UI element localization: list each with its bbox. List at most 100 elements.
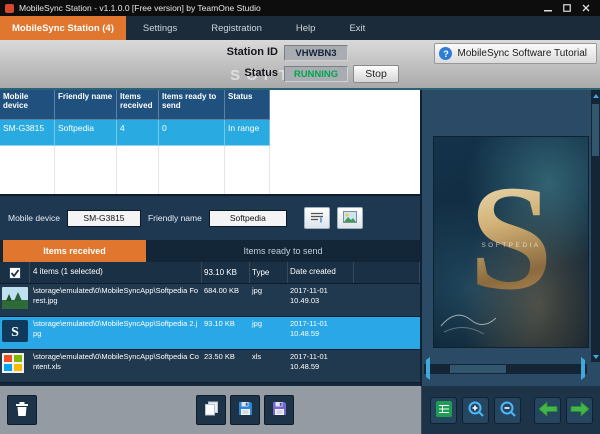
- device-table: Mobile device Friendly name Items receiv…: [0, 90, 270, 146]
- svg-text:S: S: [11, 325, 19, 340]
- column-selection-summary[interactable]: 4 items (1 selected): [30, 262, 202, 283]
- main-area: Mobile device Friendly name Items receiv…: [0, 90, 600, 386]
- app-window: MobileSync Station - v1.1.0.0 [Free vers…: [0, 0, 600, 434]
- vertical-scrollbar[interactable]: [591, 90, 600, 362]
- cell-friendly-name: Softpedia: [55, 120, 117, 146]
- vertical-scrollbar-thumb[interactable]: [592, 104, 599, 156]
- tutorial-button[interactable]: MobileSync Software Tutorial: [434, 43, 597, 64]
- bottom-bar: [0, 386, 600, 434]
- column-status[interactable]: Status: [225, 90, 270, 120]
- cell-status: In range: [225, 120, 270, 146]
- status-label: Status: [244, 67, 278, 79]
- minimize-icon[interactable]: [538, 1, 557, 16]
- menu-bar: MobileSync Station (4) Settings Registra…: [0, 16, 600, 40]
- column-type[interactable]: Type: [250, 262, 288, 283]
- forward-arrow-icon: [570, 400, 590, 420]
- tab-mobilesync-station[interactable]: MobileSync Station (4): [0, 16, 126, 40]
- status-badge: RUNNING: [284, 66, 348, 82]
- file-type: jpg: [252, 319, 263, 328]
- export-excel-icon: [435, 400, 453, 421]
- file-table-header: 4 items (1 selected) 93.10 KB Type Date …: [0, 262, 420, 284]
- file-row[interactable]: \storage\emulated\0\MobileSyncApp\Softpe…: [0, 284, 420, 317]
- zoom-in-icon: [467, 400, 485, 421]
- file-type: xls: [252, 352, 262, 361]
- window-title: MobileSync Station - v1.1.0.0 [Free vers…: [19, 3, 261, 13]
- preview-pane: S SOFTPEDIA: [422, 90, 600, 386]
- rename-device-button[interactable]: [303, 207, 330, 229]
- tab-settings[interactable]: Settings: [126, 16, 194, 40]
- file-table: 4 items (1 selected) 93.10 KB Type Date …: [0, 262, 420, 386]
- export-excel-button[interactable]: [430, 396, 457, 424]
- column-date-created[interactable]: Date created: [288, 262, 354, 283]
- preview-artwork-letter: S: [469, 155, 553, 321]
- save-icon: [238, 401, 253, 419]
- friendly-name-label: Friendly name: [147, 213, 202, 223]
- zoom-out-button[interactable]: [494, 396, 521, 424]
- file-path: \storage\emulated\0\MobileSyncApp\Softpe…: [33, 286, 199, 305]
- scroll-up-icon[interactable]: [591, 90, 600, 101]
- maximize-icon[interactable]: [557, 1, 576, 16]
- scroll-right-icon[interactable]: [581, 357, 585, 380]
- file-actions-toolbar: [0, 386, 422, 434]
- save-button[interactable]: [230, 395, 260, 425]
- file-row[interactable]: \storage\emulated\0\MobileSyncApp\Softpe…: [0, 350, 420, 383]
- mobile-device-value: SM-G3815: [66, 209, 141, 227]
- horizontal-scrollbar-thumb[interactable]: [450, 365, 506, 373]
- copy-icon: [204, 401, 219, 419]
- previous-image-button[interactable]: [534, 396, 561, 424]
- back-arrow-icon: [537, 400, 558, 420]
- titlebar: MobileSync Station - v1.1.0.0 [Free vers…: [0, 0, 600, 16]
- file-size: 23.50 KB: [204, 352, 235, 361]
- tutorial-button-label: MobileSync Software Tutorial: [457, 48, 587, 59]
- file-row[interactable]: S \storage\emulated\0\MobileSyncApp\Soft…: [0, 317, 420, 350]
- file-path: \storage\emulated\0\MobileSyncApp\Softpe…: [33, 319, 198, 338]
- header: SOFTPEDIA Station ID VHWBN3 Status RUNNI…: [0, 40, 600, 90]
- select-all-checkbox[interactable]: [8, 266, 21, 279]
- image-icon: [342, 210, 357, 226]
- copy-button[interactable]: [196, 395, 226, 425]
- scroll-down-icon[interactable]: [591, 351, 600, 362]
- delete-button[interactable]: [7, 395, 37, 425]
- next-image-button[interactable]: [566, 396, 593, 424]
- stop-button[interactable]: Stop: [353, 65, 399, 83]
- rename-icon: [310, 211, 324, 226]
- preview-watermark: SOFTPEDIA: [481, 242, 541, 249]
- column-mobile-device[interactable]: Mobile device: [0, 90, 55, 120]
- horizontal-scrollbar[interactable]: [424, 357, 587, 380]
- tab-help[interactable]: Help: [279, 16, 333, 40]
- zoom-out-icon: [499, 400, 517, 421]
- zoom-in-button[interactable]: [462, 396, 489, 424]
- station-id-label: Station ID: [226, 46, 278, 58]
- trash-icon: [15, 401, 29, 420]
- tab-registration[interactable]: Registration: [194, 16, 279, 40]
- column-size[interactable]: 93.10 KB: [202, 262, 250, 283]
- file-date: 2017-11-01 10.49.03: [290, 286, 328, 305]
- device-row[interactable]: SM-G3815 Softpedia 4 0 In range: [0, 120, 270, 146]
- tab-items-received[interactable]: Items received: [3, 240, 146, 262]
- column-items-ready-to-send[interactable]: Items ready to send: [159, 90, 225, 120]
- question-icon: [439, 47, 453, 60]
- file-tabs: Items received Items ready to send: [0, 240, 420, 262]
- file-type: jpg: [252, 286, 263, 295]
- save-alt-icon: [272, 401, 287, 419]
- cell-items-ready-to-send: 0: [159, 120, 225, 146]
- file-size: 93.10 KB: [204, 319, 235, 328]
- device-table-empty-area: [0, 146, 420, 194]
- save-actions-group: [196, 395, 294, 425]
- device-bar: Mobile device SM-G3815 Friendly name Sof…: [0, 194, 420, 240]
- preview-scribbles: [439, 296, 509, 341]
- station-id-value: VHWBN3: [284, 45, 348, 61]
- left-pane: Mobile device Friendly name Items receiv…: [0, 90, 422, 386]
- scroll-left-icon[interactable]: [426, 357, 430, 380]
- xls-file-icon: [2, 353, 28, 375]
- close-icon[interactable]: [576, 1, 595, 16]
- tab-exit[interactable]: Exit: [332, 16, 382, 40]
- column-friendly-name[interactable]: Friendly name: [55, 90, 117, 120]
- tab-items-ready-to-send[interactable]: Items ready to send: [146, 240, 420, 262]
- file-size: 684.00 KB: [204, 286, 240, 295]
- cell-items-received: 4: [117, 120, 159, 146]
- column-items-received[interactable]: Items received: [117, 90, 159, 120]
- device-image-button[interactable]: [336, 207, 363, 229]
- image-preview: S SOFTPEDIA: [433, 136, 589, 348]
- save-as-button[interactable]: [264, 395, 294, 425]
